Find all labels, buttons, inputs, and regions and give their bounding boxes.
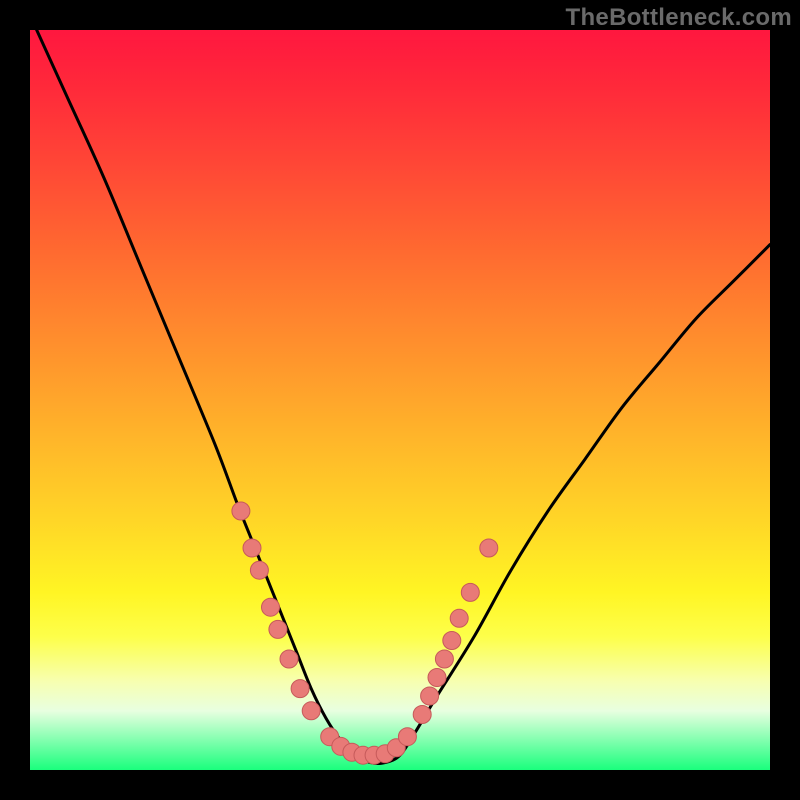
data-point	[443, 632, 461, 650]
data-point	[243, 539, 261, 557]
data-point	[269, 620, 287, 638]
bottleneck-curve	[30, 15, 770, 763]
data-point	[250, 561, 268, 579]
data-point	[428, 669, 446, 687]
chart-svg	[30, 30, 770, 770]
points-layer	[232, 502, 498, 764]
data-point	[232, 502, 250, 520]
watermark-text: TheBottleneck.com	[566, 4, 792, 32]
data-point	[450, 609, 468, 627]
data-point	[421, 687, 439, 705]
data-point	[291, 680, 309, 698]
data-point	[435, 650, 453, 668]
data-point	[262, 598, 280, 616]
data-point	[461, 583, 479, 601]
data-point	[480, 539, 498, 557]
data-point	[280, 650, 298, 668]
curve-layer	[30, 15, 770, 763]
chart-frame: TheBottleneck.com	[0, 0, 800, 800]
data-point	[398, 728, 416, 746]
plot-area	[30, 30, 770, 770]
data-point	[413, 706, 431, 724]
data-point	[302, 702, 320, 720]
